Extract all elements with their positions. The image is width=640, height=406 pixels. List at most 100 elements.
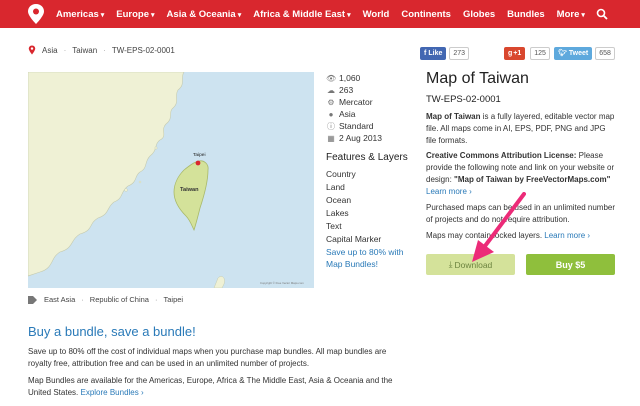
gear-icon: ⚙	[327, 97, 335, 107]
purchase-info: Purchased maps can be used in an unlimit…	[426, 203, 615, 224]
nav-item-label: Europe	[116, 8, 150, 20]
breadcrumb-asia[interactable]: Asia	[42, 46, 58, 55]
location-pin-icon	[28, 45, 36, 55]
taiwan-map-image: Taipei Taiwan Copyright © Free Vector Ma…	[28, 72, 314, 288]
chevron-down-icon: ▾	[100, 11, 105, 19]
download-label: Download	[454, 259, 493, 270]
feature-item: Ocean	[326, 195, 352, 205]
map-metadata: 👁︎ 1,060 ☁ 263 ⚙ Mercator ● Asia ⓘ Standard ▦…	[326, 72, 382, 144]
facebook-like-label: Like	[428, 49, 443, 57]
location-pin-icon: ●	[328, 109, 334, 119]
tag-item[interactable]: Taipei	[163, 295, 183, 304]
twitter-tweet-label: Tweet	[568, 49, 589, 57]
download-icon: ⤓	[448, 259, 453, 269]
nav-item-label: Americas	[56, 8, 99, 20]
google-plus-icon: g	[508, 49, 513, 57]
license-heading: Creative Commons Attribution License:	[426, 151, 577, 160]
info-icon: ⓘ	[327, 121, 335, 131]
license-quote: "Map of Taiwan by FreeVectorMaps.com"	[454, 175, 611, 184]
projection-value: Mercator	[339, 97, 373, 107]
license-text: Creative Commons Attribution License: Pl…	[426, 150, 616, 198]
chevron-down-icon: ▾	[347, 11, 351, 19]
nav-item-label: World	[362, 8, 390, 20]
google-plus-button[interactable]: g +1	[504, 46, 526, 60]
tag-separator: ·	[81, 295, 84, 304]
nav-item-americas[interactable]: Americas ▾	[56, 9, 104, 20]
tag-item[interactable]: East Asia	[44, 295, 75, 304]
eye-icon: 👁︎	[326, 73, 337, 83]
downloads-count: 263	[339, 85, 354, 95]
map-credit: Copyright © Free Vector Maps.com	[260, 281, 304, 285]
cloud-download-icon: ☁	[327, 85, 335, 95]
date-row: ▦ 2 Aug 2013	[326, 132, 382, 144]
facebook-like-button[interactable]: f Like	[420, 46, 447, 60]
views-row: 👁︎ 1,060	[326, 72, 382, 84]
download-button[interactable]: ⤓ Download	[426, 254, 515, 275]
map-code: TW-EPS-02-0001	[426, 94, 501, 105]
nav-item-bundles[interactable]: Bundles	[507, 9, 544, 20]
features-list: Country Land Ocean Lakes Text Capital Ma…	[326, 168, 381, 246]
twitter-tweet-button[interactable]: 🐦︎ Tweet	[554, 46, 593, 60]
nav-item-label: Globes	[462, 8, 496, 20]
nav-item-europe[interactable]: Europe ▾	[116, 9, 154, 20]
nav-menu: Americas ▾ Europe ▾ Asia & Oceania ▾ Africa…	[56, 0, 597, 28]
google-plus-widget: g +1 125	[504, 46, 550, 60]
map-label-taiwan: Taiwan	[180, 187, 199, 193]
description-bold: Map of Taiwan	[426, 112, 481, 121]
twitter-bird-icon: 🐦︎	[558, 50, 567, 57]
nav-item-more[interactable]: More ▾	[557, 9, 585, 20]
nav-item-label: More	[556, 8, 580, 20]
chevron-down-icon: ▾	[151, 11, 155, 19]
nav-item-globes[interactable]: Globes	[463, 9, 495, 20]
downloads-row: ☁ 263	[326, 84, 382, 96]
page-title: Map of Taiwan	[426, 70, 529, 87]
date-value: 2 Aug 2013	[339, 133, 383, 143]
buy-button[interactable]: Buy $5	[526, 254, 615, 275]
bundle-promo-link[interactable]: Save up to 80% with Map Bundles!	[326, 246, 416, 270]
feature-item: Land	[326, 182, 345, 192]
region-row: ● Asia	[326, 108, 382, 120]
map-label-taipei: Taipei	[193, 152, 206, 158]
format-row: ⓘ Standard	[326, 120, 382, 132]
license-learn-more-link[interactable]: Learn more ›	[426, 187, 472, 196]
feature-item: Lakes	[326, 208, 349, 218]
calendar-icon: ▦	[327, 133, 335, 143]
nav-item-africa-middle-east[interactable]: Africa & Middle East ▾	[253, 9, 350, 20]
tag-list: East Asia · Republic of China · Taipei	[28, 295, 183, 304]
nav-item-label: Asia & Oceania	[166, 8, 236, 20]
nav-item-continents[interactable]: Continents	[401, 9, 451, 20]
chevron-down-icon: ▾	[237, 11, 242, 19]
buy-label: Buy $5	[555, 259, 586, 270]
locked-layers-text: Maps may contain locked layers.	[426, 231, 545, 240]
region-value: Asia	[339, 109, 356, 119]
facebook-like-widget: f Like 273	[420, 46, 470, 60]
tag-separator: ·	[154, 295, 158, 304]
tag-icon	[28, 295, 37, 304]
locked-layers-note: Maps may contain locked layers. Learn mo…	[426, 230, 616, 242]
map-pin-logo-icon[interactable]	[26, 3, 46, 25]
nav-item-asia-oceania[interactable]: Asia & Oceania ▾	[167, 9, 242, 20]
breadcrumb-code: TW-EPS-02-0001	[111, 45, 175, 55]
breadcrumb: Asia · Taiwan · TW-EPS-02-0001	[28, 45, 175, 55]
bundle-paragraph-2: Map Bundles are available for the Americ…	[28, 375, 408, 399]
nav-item-label: Continents	[401, 8, 451, 20]
google-plus-label: +1	[513, 49, 522, 57]
twitter-tweet-count: 658	[595, 46, 615, 60]
search-icon[interactable]	[596, 8, 608, 20]
breadcrumb-taiwan[interactable]: Taiwan	[72, 46, 97, 55]
nav-item-world[interactable]: World	[363, 9, 390, 20]
map-preview[interactable]: Taipei Taiwan Copyright © Free Vector Ma…	[28, 72, 314, 288]
views-count: 1,060	[339, 73, 361, 83]
google-plus-count: 125	[530, 46, 550, 60]
explore-bundles-link[interactable]: Explore Bundles ›	[80, 388, 143, 397]
facebook-icon: f	[424, 49, 427, 57]
locked-layers-learn-more-link[interactable]: Learn more ›	[544, 231, 590, 240]
feature-item: Capital Marker	[326, 234, 382, 244]
chevron-down-icon: ▾	[581, 11, 585, 19]
tag-item[interactable]: Republic of China	[90, 295, 149, 304]
facebook-like-count: 273	[449, 46, 470, 60]
nav-item-label: Africa & Middle East	[253, 8, 346, 20]
bundle-heading[interactable]: Buy a bundle, save a bundle!	[28, 324, 196, 339]
projection-row: ⚙ Mercator	[326, 96, 382, 108]
features-title: Features & Layers	[326, 152, 408, 163]
